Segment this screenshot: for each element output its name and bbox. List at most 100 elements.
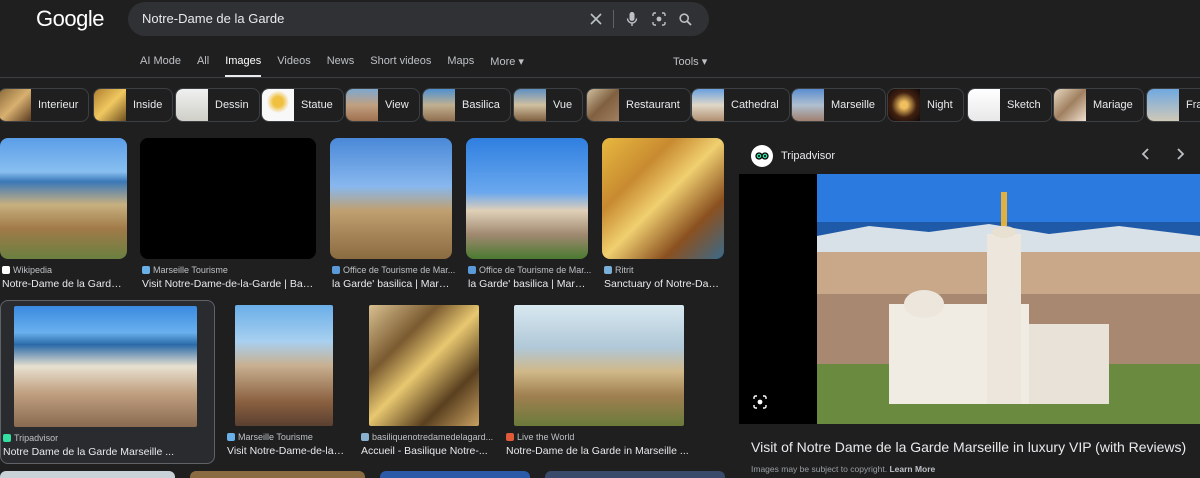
tab-short-videos[interactable]: Short videos: [370, 55, 431, 75]
microphone-icon[interactable]: [618, 2, 645, 36]
chip-basilica[interactable]: Basilica: [422, 88, 511, 122]
chip-thumbnail: [692, 89, 724, 121]
next-row-image[interactable]: [380, 471, 530, 478]
next-row-image[interactable]: [545, 471, 725, 478]
office-tourisme-icon: [332, 266, 340, 274]
marseille-tourisme-icon: [142, 266, 150, 274]
result-image[interactable]: [602, 138, 724, 259]
chip-thumbnail: [346, 89, 378, 121]
result-title[interactable]: Visit Notre-Dame-de-la-Garde | Basili...: [142, 278, 318, 290]
chip-restaurant[interactable]: Restaurant: [586, 88, 691, 122]
result-title[interactable]: Notre Dame de la Garde Marseille ...: [3, 446, 213, 458]
chip-inside[interactable]: Inside: [93, 88, 174, 122]
chip-dessin[interactable]: Dessin: [175, 88, 260, 122]
result-image[interactable]: [235, 305, 333, 426]
result-title[interactable]: la Garde' basilica | Mars...: [332, 278, 452, 290]
office-tourisme-icon: [468, 266, 476, 274]
next-row-image[interactable]: [190, 471, 365, 478]
search-divider: [613, 10, 614, 28]
lens-icon[interactable]: [645, 2, 672, 36]
result-title[interactable]: Visit Notre-Dame-de-la-...: [227, 445, 345, 457]
chip-interieur[interactable]: Interieur: [0, 88, 90, 122]
result-title[interactable]: la Garde' basilica | Mars...: [468, 278, 588, 290]
chip-thumbnail: [423, 89, 455, 121]
image-result[interactable]: Wikipedia Notre-Dame de la Garde ...: [0, 138, 130, 293]
chip-label: Night: [927, 99, 953, 111]
chip-fra[interactable]: Fra: [1146, 88, 1200, 122]
chip-label: Marseille: [831, 99, 876, 111]
tripadvisor-icon: [751, 145, 773, 167]
result-image[interactable]: [466, 138, 588, 259]
chip-label: Dessin: [215, 99, 249, 111]
image-result[interactable]: Office de Tourisme de Mar... la Garde' b…: [466, 138, 591, 293]
chip-cathedral[interactable]: Cathedral: [691, 88, 790, 122]
chip-marseille[interactable]: Marseille: [791, 88, 887, 122]
result-title[interactable]: Notre-Dame de la Garde ...: [2, 278, 127, 290]
chip-label: View: [385, 99, 409, 111]
chip-thumbnail: [792, 89, 824, 121]
next-row-image[interactable]: [0, 471, 175, 478]
clear-icon[interactable]: [582, 2, 609, 36]
tab-maps[interactable]: Maps: [447, 55, 474, 75]
result-image[interactable]: [14, 306, 197, 427]
image-result-selected[interactable]: Tripadvisor Notre Dame de la Garde Marse…: [0, 300, 215, 464]
marseille-tourisme-icon: [227, 433, 235, 441]
preview-image[interactable]: [739, 174, 1200, 424]
copyright-notice: Images may be subject to copyright. Lear…: [751, 464, 936, 474]
result-source: Office de Tourisme de Mar...: [468, 265, 591, 275]
result-source: Wikipedia: [2, 265, 52, 275]
chevron-left-icon[interactable]: [1141, 147, 1151, 166]
chip-view[interactable]: View: [345, 88, 420, 122]
preview-source[interactable]: Tripadvisor: [781, 150, 835, 162]
chip-thumbnail: [176, 89, 208, 121]
tab-more[interactable]: More ▾: [490, 55, 524, 75]
chip-thumbnail: [0, 89, 31, 121]
chip-statue[interactable]: Statue: [261, 88, 344, 122]
tab-all[interactable]: All: [197, 55, 209, 75]
result-image[interactable]: [514, 305, 684, 426]
refinement-chips: Interieur Inside Dessin Statue View Basi…: [0, 88, 1200, 122]
chip-sketch[interactable]: Sketch: [967, 88, 1052, 122]
google-logo[interactable]: Google: [36, 6, 104, 32]
tab-videos[interactable]: Videos: [277, 55, 310, 75]
chip-mariage[interactable]: Mariage: [1053, 88, 1144, 122]
result-title[interactable]: Accueil - Basilique Notre-...: [361, 445, 497, 457]
search-icon[interactable]: [672, 2, 699, 36]
chip-night[interactable]: Night: [887, 88, 964, 122]
result-source: basiliquenotredamedelagard...: [361, 432, 493, 442]
search-box[interactable]: Notre-Dame de la Garde: [128, 2, 709, 36]
basilique-site-icon: [361, 433, 369, 441]
tools-button[interactable]: Tools ▾: [673, 55, 707, 68]
chip-label: Vue: [553, 99, 573, 111]
tab-news[interactable]: News: [327, 55, 355, 75]
preview-title[interactable]: Visit of Notre Dame de la Garde Marseill…: [751, 439, 1186, 455]
image-result[interactable]: Office de Tourisme de Mar... la Garde' b…: [330, 138, 455, 293]
chip-thumbnail: [262, 89, 294, 121]
image-result[interactable]: Ritrit Sanctuary of Notre-Dam...: [602, 138, 727, 293]
result-source: Live the World: [506, 432, 574, 442]
header-divider: [0, 77, 1200, 78]
image-result[interactable]: Marseille Tourisme Visit Notre-Dame-de-l…: [140, 138, 320, 293]
chip-thumbnail: [968, 89, 1000, 121]
image-result[interactable]: Marseille Tourisme Visit Notre-Dame-de-l…: [225, 305, 345, 460]
result-image[interactable]: [330, 138, 452, 259]
chip-label: Mariage: [1093, 99, 1133, 111]
chevron-right-icon[interactable]: [1175, 147, 1185, 166]
image-result[interactable]: basiliquenotredamedelagard... Accueil - …: [359, 305, 499, 460]
chip-thumbnail: [587, 89, 619, 121]
learn-more-link[interactable]: Learn More: [889, 464, 935, 474]
tab-images[interactable]: Images: [225, 55, 262, 77]
result-image[interactable]: [369, 305, 479, 426]
chip-vue[interactable]: Vue: [513, 88, 584, 122]
tab-ai-mode[interactable]: AI Mode: [140, 55, 181, 75]
search-input[interactable]: Notre-Dame de la Garde: [142, 11, 284, 26]
result-image[interactable]: [0, 138, 127, 259]
image-result[interactable]: Live the World Notre-Dame de la Garde in…: [504, 305, 729, 460]
result-source: Marseille Tourisme: [227, 432, 313, 442]
wikipedia-icon: [2, 266, 10, 274]
result-image[interactable]: [140, 138, 316, 259]
result-title[interactable]: Notre-Dame de la Garde in Marseille ...: [506, 445, 726, 457]
chip-thumbnail: [514, 89, 546, 121]
result-title[interactable]: Sanctuary of Notre-Dam...: [604, 278, 724, 290]
lens-icon[interactable]: [753, 395, 767, 414]
